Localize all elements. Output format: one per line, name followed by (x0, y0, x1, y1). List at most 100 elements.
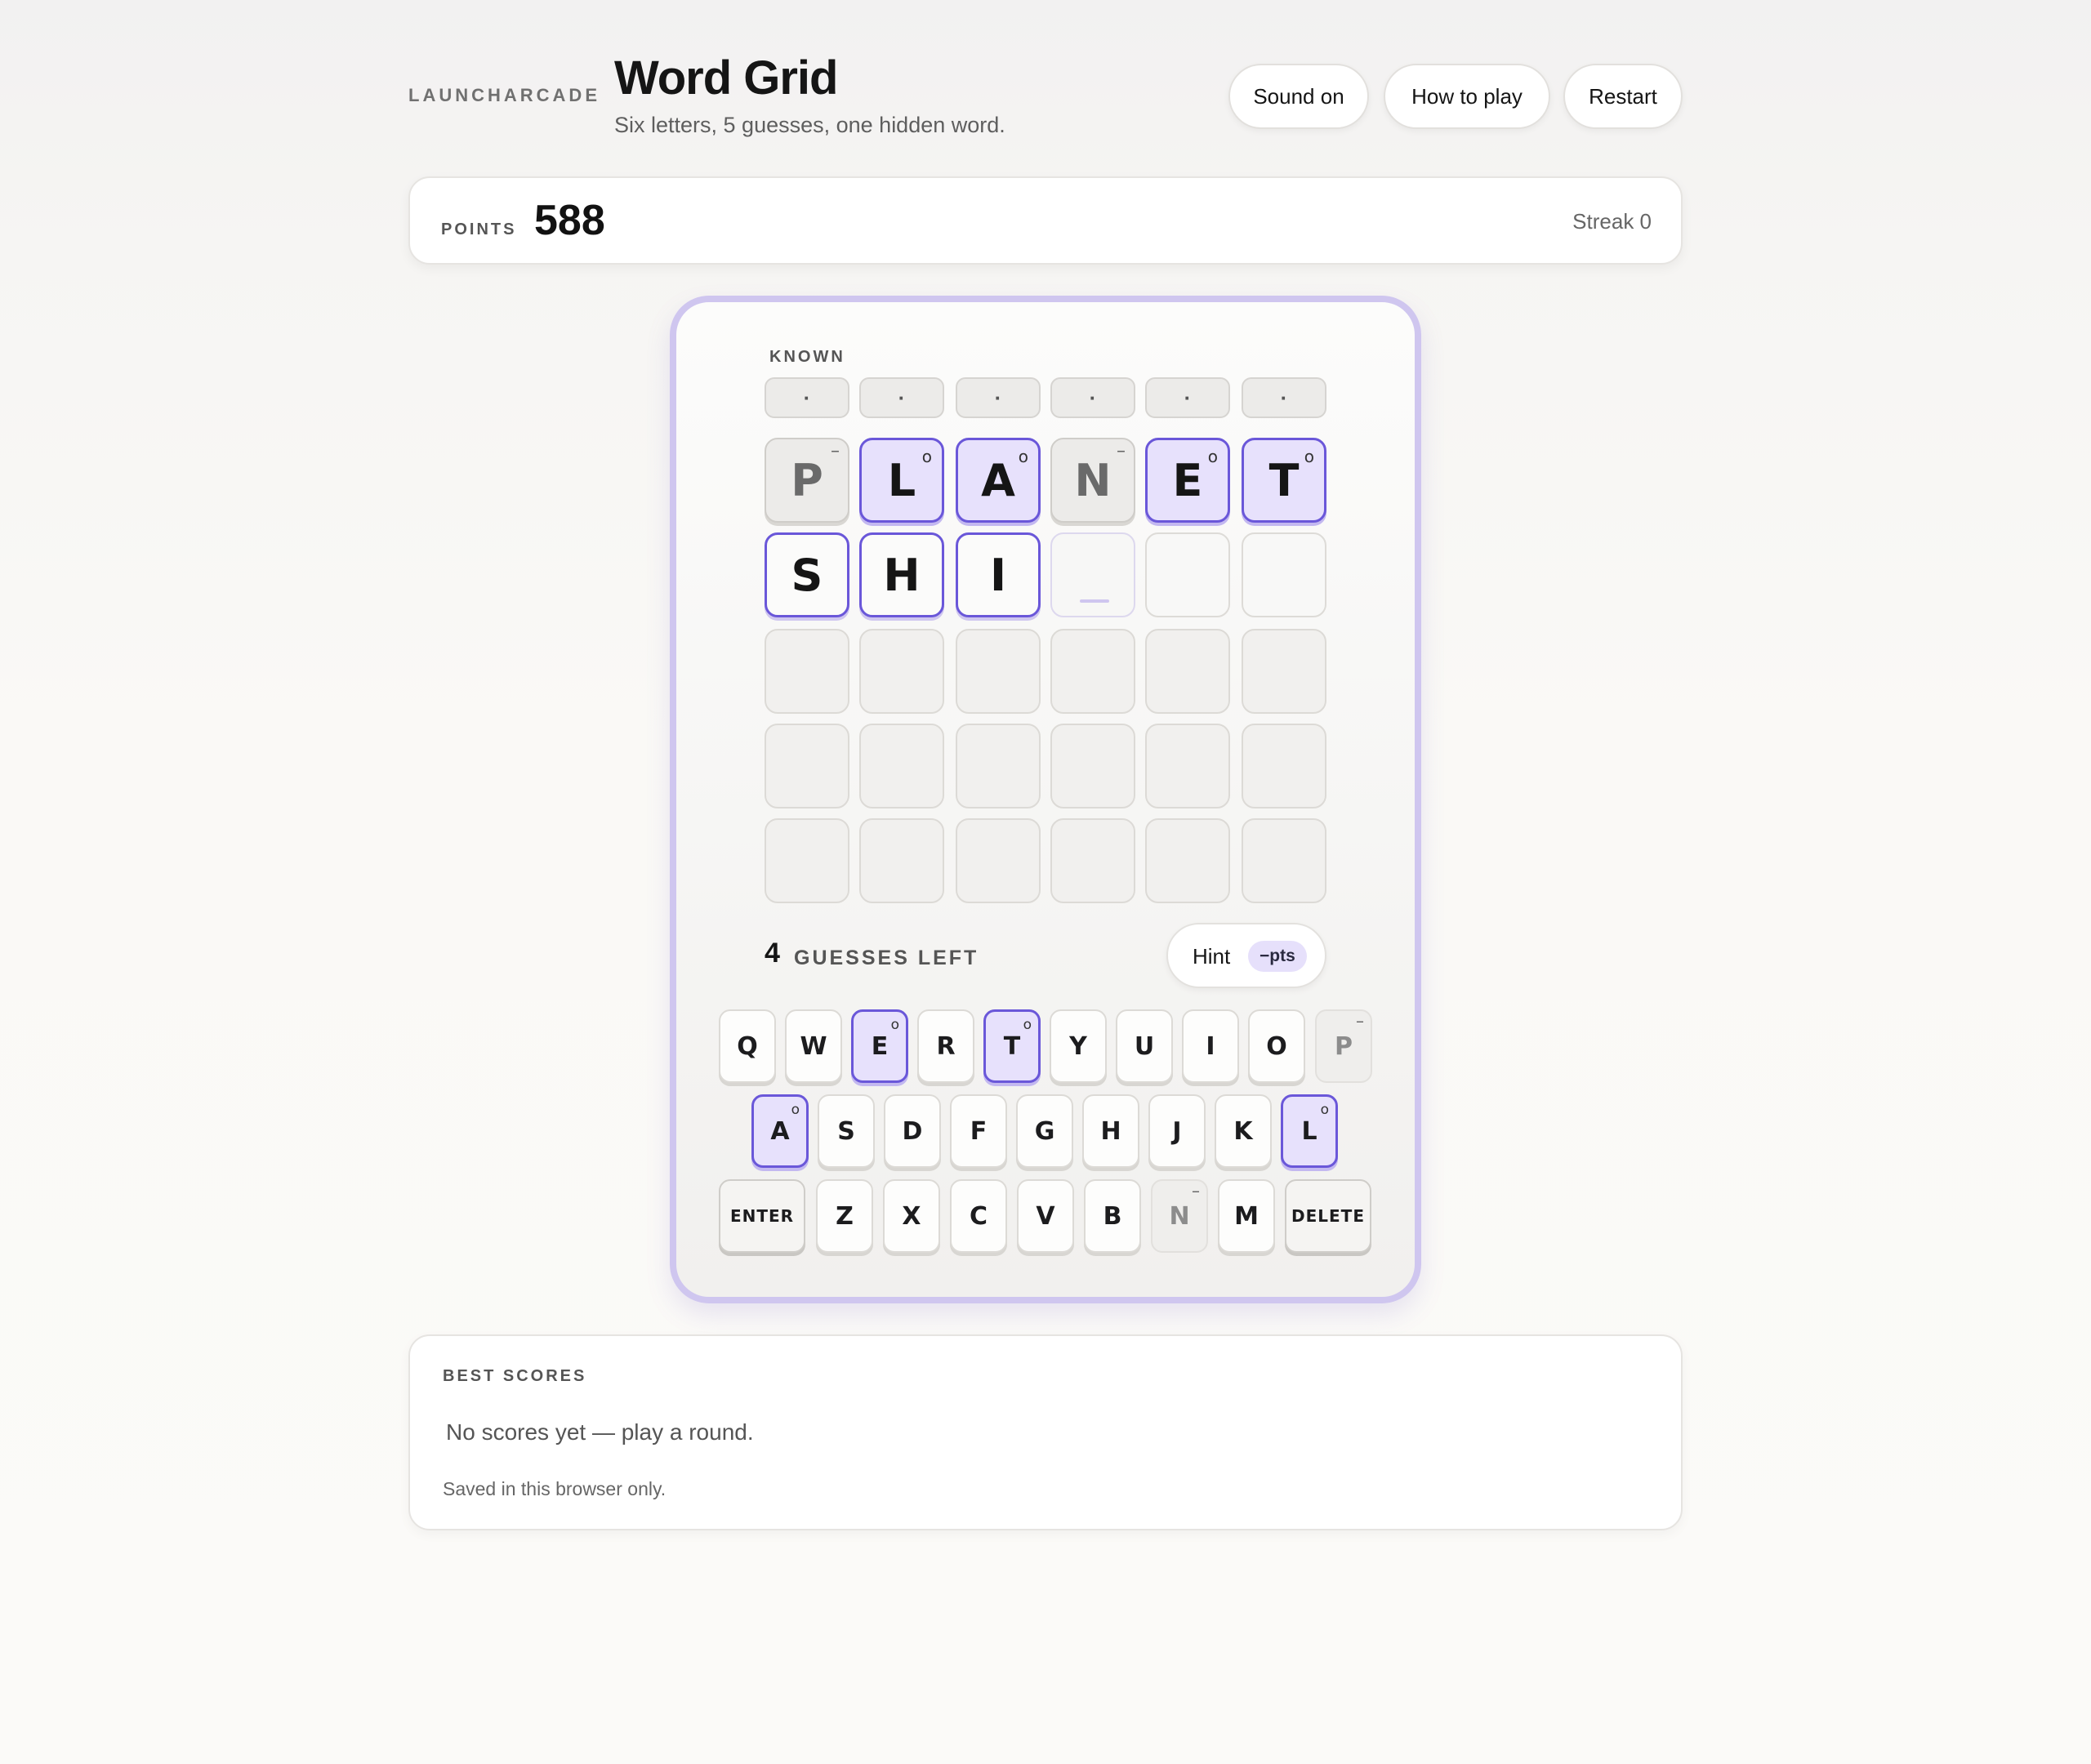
key-g[interactable]: G (1016, 1094, 1073, 1168)
restart-button[interactable]: Restart (1563, 64, 1683, 129)
grid-tile (1242, 818, 1326, 903)
key-b[interactable]: B (1084, 1179, 1141, 1253)
absent-marker-icon: – (1356, 1011, 1364, 1031)
grid-tile: S (765, 532, 849, 617)
key-t[interactable]: T o (983, 1009, 1041, 1083)
present-marker-icon: o (1018, 447, 1028, 466)
grid-tile (956, 724, 1041, 808)
present-marker-icon: o (1320, 1102, 1329, 1118)
best-scores-note: Saved in this browser only. (443, 1478, 667, 1499)
tile-letter: P (791, 454, 823, 506)
key-label: E (871, 1031, 889, 1061)
key-z[interactable]: Z (816, 1179, 873, 1253)
key-o[interactable]: O (1248, 1009, 1305, 1083)
delete-key[interactable]: DELETE (1285, 1179, 1371, 1253)
key-y[interactable]: Y (1050, 1009, 1107, 1083)
key-l[interactable]: L o (1281, 1094, 1338, 1168)
key-i[interactable]: I (1182, 1009, 1239, 1083)
known-slot: · (1050, 377, 1135, 418)
key-c[interactable]: C (950, 1179, 1007, 1253)
grid-tile (859, 629, 944, 714)
points-value: 588 (534, 197, 605, 244)
grid-tile: E o (1145, 438, 1230, 523)
key-label: L (1301, 1116, 1317, 1146)
known-slot: · (1242, 377, 1326, 418)
key-a[interactable]: A o (751, 1094, 809, 1168)
brand-name: LAUNCHARCADE (408, 85, 600, 105)
key-f[interactable]: F (950, 1094, 1007, 1168)
grid-tile: A o (956, 438, 1041, 523)
best-scores-empty-message: No scores yet — play a round. (446, 1419, 754, 1445)
hint-button[interactable]: Hint −pts (1166, 923, 1326, 988)
key-j[interactable]: J (1148, 1094, 1206, 1168)
key-w[interactable]: W (785, 1009, 842, 1083)
tile-letter: E (1172, 454, 1203, 506)
known-letters-label: KNOWN (769, 348, 845, 366)
present-marker-icon: o (1207, 447, 1218, 466)
key-label: N (1169, 1201, 1190, 1231)
grid-tile-cursor (1050, 532, 1135, 617)
known-slot: · (1145, 377, 1230, 418)
tile-letter: A (981, 454, 1015, 506)
key-u[interactable]: U (1116, 1009, 1173, 1083)
grid-tile (1050, 629, 1135, 714)
grid-tile (859, 724, 944, 808)
known-slot: · (956, 377, 1041, 418)
how-to-play-button[interactable]: How to play (1384, 64, 1550, 129)
hint-label: Hint (1193, 944, 1231, 969)
key-k[interactable]: K (1215, 1094, 1272, 1168)
grid-tile (859, 818, 944, 903)
key-label: P (1335, 1031, 1353, 1061)
present-marker-icon: o (921, 447, 932, 466)
hint-cost-badge: −pts (1248, 941, 1307, 972)
grid-tile: T o (1242, 438, 1326, 523)
grid-tile: H (859, 532, 944, 617)
key-n[interactable]: N – (1151, 1179, 1208, 1253)
grid-tile (956, 818, 1041, 903)
tile-letter: L (887, 454, 916, 506)
grid-tile (765, 724, 849, 808)
grid-tile (1242, 629, 1326, 714)
present-marker-icon: o (1023, 1017, 1032, 1033)
absent-marker-icon: – (831, 441, 840, 461)
key-m[interactable]: M (1218, 1179, 1275, 1253)
absent-marker-icon: – (1117, 441, 1126, 461)
guesses-left-label: GUESSES LEFT (794, 947, 979, 969)
known-slot: · (859, 377, 944, 418)
tile-letter: N (1074, 454, 1112, 506)
key-x[interactable]: X (883, 1179, 940, 1253)
guesses-left-count: 4 (765, 938, 780, 969)
key-p[interactable]: P – (1315, 1009, 1372, 1083)
grid-tile: L o (859, 438, 944, 523)
key-label: A (770, 1116, 790, 1146)
grid-tile (1145, 818, 1230, 903)
score-bar: POINTS 588 Streak 0 (408, 176, 1683, 265)
key-v[interactable]: V (1017, 1179, 1074, 1253)
grid-tile (956, 629, 1041, 714)
grid-tile (1145, 532, 1230, 617)
best-scores-panel: BEST SCORES No scores yet — play a round… (408, 1334, 1683, 1530)
sound-toggle-button[interactable]: Sound on (1228, 64, 1369, 129)
present-marker-icon: o (890, 1017, 899, 1033)
grid-tile (1050, 818, 1135, 903)
key-s[interactable]: S (818, 1094, 875, 1168)
present-marker-icon: o (1304, 447, 1314, 466)
key-d[interactable]: D (884, 1094, 941, 1168)
present-marker-icon: o (791, 1102, 800, 1118)
key-e[interactable]: E o (851, 1009, 908, 1083)
grid-tile (1050, 724, 1135, 808)
grid-tile (765, 629, 849, 714)
grid-tile (765, 818, 849, 903)
grid-tile: N – (1050, 438, 1135, 523)
key-q[interactable]: Q (719, 1009, 776, 1083)
enter-key[interactable]: ENTER (719, 1179, 805, 1253)
best-scores-title: BEST SCORES (443, 1367, 587, 1385)
page-subtitle: Six letters, 5 guesses, one hidden word. (614, 113, 1005, 137)
key-r[interactable]: R (917, 1009, 974, 1083)
streak-counter: Streak 0 (1572, 209, 1652, 234)
points-label: POINTS (441, 220, 517, 238)
grid-tile: P – (765, 438, 849, 523)
absent-marker-icon: – (1192, 1181, 1200, 1200)
grid-tile (1145, 629, 1230, 714)
key-h[interactable]: H (1082, 1094, 1139, 1168)
